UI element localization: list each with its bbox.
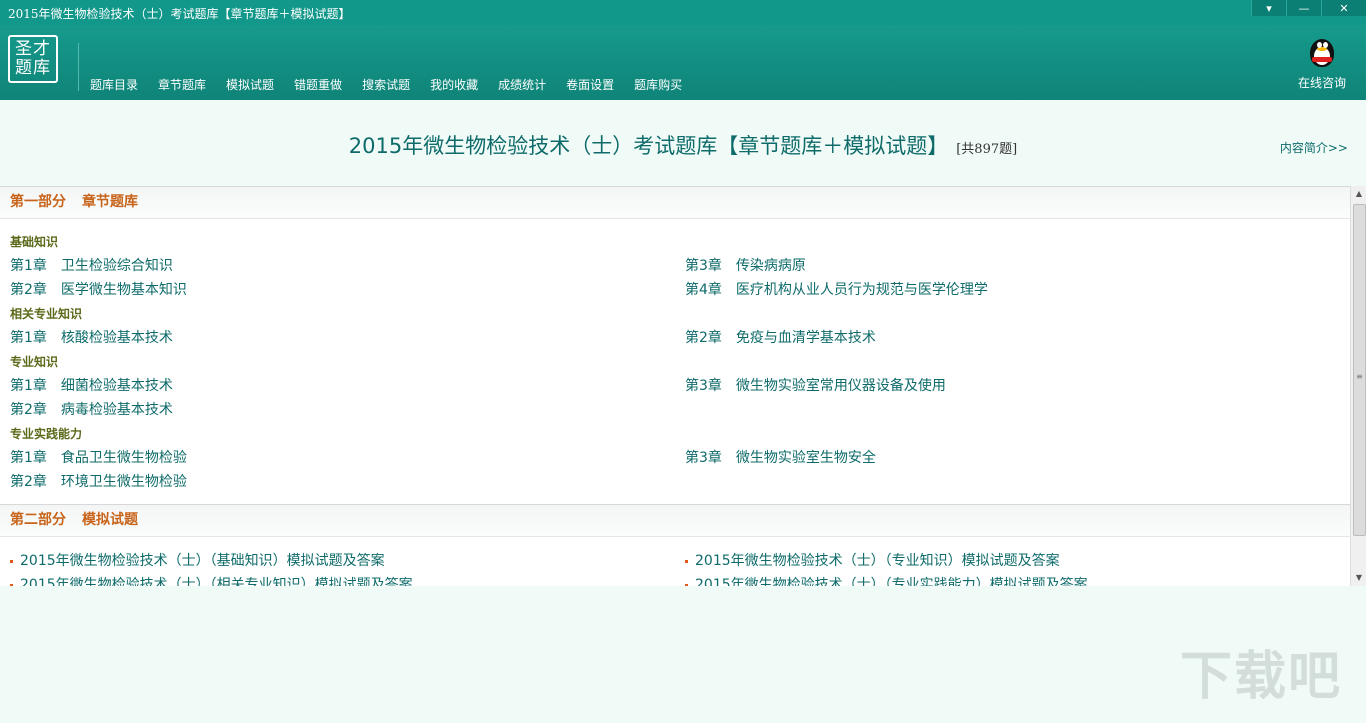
- scroll-down-arrow-icon[interactable]: ▼: [1351, 570, 1366, 586]
- app-logo: 圣才 题库: [8, 35, 58, 83]
- bullet-icon: [10, 559, 13, 563]
- chapter-row: 第2章 医学微生物基本知识 第4章 医疗机构从业人员行为规范与医学伦理学: [0, 278, 1350, 302]
- chapter-row: 第1章 食品卫生微生物检验 第3章 微生物实验室生物安全: [0, 446, 1350, 470]
- section-name: 章节题库: [82, 194, 138, 210]
- chapter-link[interactable]: 第1章 细菌检验基本技术: [0, 374, 675, 398]
- chapter-row: 第1章 卫生检验综合知识 第3章 传染病病原: [0, 254, 1350, 278]
- section-header-mock-exams: 第二部分 模拟试题: [0, 504, 1350, 537]
- nav-bar: 圣才 题库 题库目录 章节题库 模拟试题 错题重做 搜索试题 我的收藏 成绩统计…: [0, 25, 1366, 100]
- qq-penguin-icon: [1307, 33, 1337, 69]
- close-button[interactable]: ✕: [1321, 0, 1366, 16]
- bullet-icon: [685, 559, 688, 563]
- intro-link[interactable]: 内容简介>>: [1280, 139, 1348, 156]
- exam-row: 2015年微生物检验技术（士）（基础知识）模拟试题及答案 2015年微生物检验技…: [0, 549, 1350, 573]
- section-part-label: 第二部分: [10, 512, 66, 528]
- nav-item-catalog[interactable]: 题库目录: [80, 76, 148, 93]
- chapter-link[interactable]: 第2章 免疫与血清学基本技术: [675, 326, 1350, 350]
- nav-item-chapter-bank[interactable]: 章节题库: [148, 76, 216, 93]
- category-heading: 专业知识: [10, 355, 59, 369]
- category-heading: 专业实践能力: [10, 427, 83, 441]
- chapter-link[interactable]: 第2章 病毒检验基本技术: [0, 398, 675, 422]
- nav-item-statistics[interactable]: 成绩统计: [488, 76, 556, 93]
- chapter-link[interactable]: 第3章 传染病病原: [675, 254, 1350, 278]
- logo-line1: 圣才: [15, 39, 51, 59]
- nav-item-settings[interactable]: 卷面设置: [556, 76, 624, 93]
- chapter-link[interactable]: 第1章 核酸检验基本技术: [0, 326, 675, 350]
- exam-link[interactable]: 2015年微生物检验技术（士）（专业知识）模拟试题及答案: [675, 549, 1350, 573]
- window-title: 2015年微生物检验技术（士）考试题库【章节题库＋模拟试题】: [8, 7, 351, 21]
- nav-item-redo-wrong[interactable]: 错题重做: [284, 76, 352, 93]
- mock-exam-list: 2015年微生物检验技术（士）（基础知识）模拟试题及答案 2015年微生物检验技…: [0, 537, 1350, 587]
- nav-item-search[interactable]: 搜索试题: [352, 76, 420, 93]
- scroll-up-arrow-icon[interactable]: ▲: [1351, 186, 1366, 202]
- bottom-area: 下载吧: [0, 586, 1366, 723]
- question-count: [共897题]: [956, 142, 1018, 157]
- nav-item-purchase[interactable]: 题库购买: [624, 76, 692, 93]
- category-heading: 基础知识: [10, 235, 59, 249]
- vertical-scrollbar[interactable]: ▲ ≡ ▼: [1350, 186, 1366, 586]
- category-heading: 相关专业知识: [10, 307, 83, 321]
- menu-dropdown-button[interactable]: ▾: [1251, 0, 1286, 16]
- title-bar: 2015年微生物检验技术（士）考试题库【章节题库＋模拟试题】 ▾ — ✕: [0, 0, 1366, 25]
- nav-divider: [78, 43, 79, 91]
- chapter-row: 第2章 病毒检验基本技术: [0, 398, 1350, 422]
- exam-link[interactable]: 2015年微生物检验技术（士）（专业实践能力）模拟试题及答案: [675, 573, 1350, 587]
- chapter-list: 基础知识 第1章 卫生检验综合知识 第3章 传染病病原 第2章 医学微生物基本知识 第…: [0, 219, 1350, 494]
- online-consult-button[interactable]: 在线咨询: [1296, 33, 1348, 91]
- chapter-link[interactable]: 第4章 医疗机构从业人员行为规范与医学伦理学: [675, 278, 1350, 302]
- chapter-link[interactable]: 第2章 医学微生物基本知识: [0, 278, 675, 302]
- window-controls: ▾ — ✕: [1251, 0, 1366, 16]
- chapter-empty: [675, 470, 1350, 494]
- exam-row: 2015年微生物检验技术（士）（相关专业知识）模拟试题及答案 2015年微生物检…: [0, 573, 1350, 587]
- chapter-link[interactable]: 第2章 环境卫生微生物检验: [0, 470, 675, 494]
- exam-link[interactable]: 2015年微生物检验技术（士）（基础知识）模拟试题及答案: [0, 549, 675, 573]
- chapter-link[interactable]: 第3章 微生物实验室常用仪器设备及使用: [675, 374, 1350, 398]
- page-title-text: 2015年微生物检验技术（士）考试题库【章节题库＋模拟试题】: [348, 134, 949, 158]
- main-nav: 题库目录 章节题库 模拟试题 错题重做 搜索试题 我的收藏 成绩统计 卷面设置 …: [80, 76, 692, 93]
- nav-item-mock-exam[interactable]: 模拟试题: [216, 76, 284, 93]
- chapter-row: 第1章 细菌检验基本技术 第3章 微生物实验室常用仪器设备及使用: [0, 374, 1350, 398]
- minimize-button[interactable]: —: [1286, 0, 1321, 16]
- nav-item-favorites[interactable]: 我的收藏: [420, 76, 488, 93]
- section-name: 模拟试题: [82, 512, 138, 528]
- section-part-label: 第一部分: [10, 194, 66, 210]
- consult-label: 在线咨询: [1297, 76, 1346, 90]
- page-title: 2015年微生物检验技术（士）考试题库【章节题库＋模拟试题】 [共897题]: [0, 130, 1366, 160]
- watermark-logo: 下载吧: [1179, 647, 1342, 707]
- section-header-chapters: 第一部分 章节题库: [0, 187, 1350, 219]
- chapter-row: 第2章 环境卫生微生物检验: [0, 470, 1350, 494]
- chapter-link[interactable]: 第1章 卫生检验综合知识: [0, 254, 675, 278]
- logo-line2: 题库: [15, 58, 51, 78]
- grip-icon: ≡: [1356, 372, 1363, 381]
- chapter-link[interactable]: 第3章 微生物实验室生物安全: [675, 446, 1350, 470]
- scroll-thumb[interactable]: ≡: [1353, 204, 1366, 536]
- chapter-empty: [675, 398, 1350, 422]
- chapter-row: 第1章 核酸检验基本技术 第2章 免疫与血清学基本技术: [0, 326, 1350, 350]
- content-panel: 第一部分 章节题库 基础知识 第1章 卫生检验综合知识 第3章 传染病病原 第2章 医学…: [0, 186, 1350, 587]
- exam-link[interactable]: 2015年微生物检验技术（士）（相关专业知识）模拟试题及答案: [0, 573, 675, 587]
- chapter-link[interactable]: 第1章 食品卫生微生物检验: [0, 446, 675, 470]
